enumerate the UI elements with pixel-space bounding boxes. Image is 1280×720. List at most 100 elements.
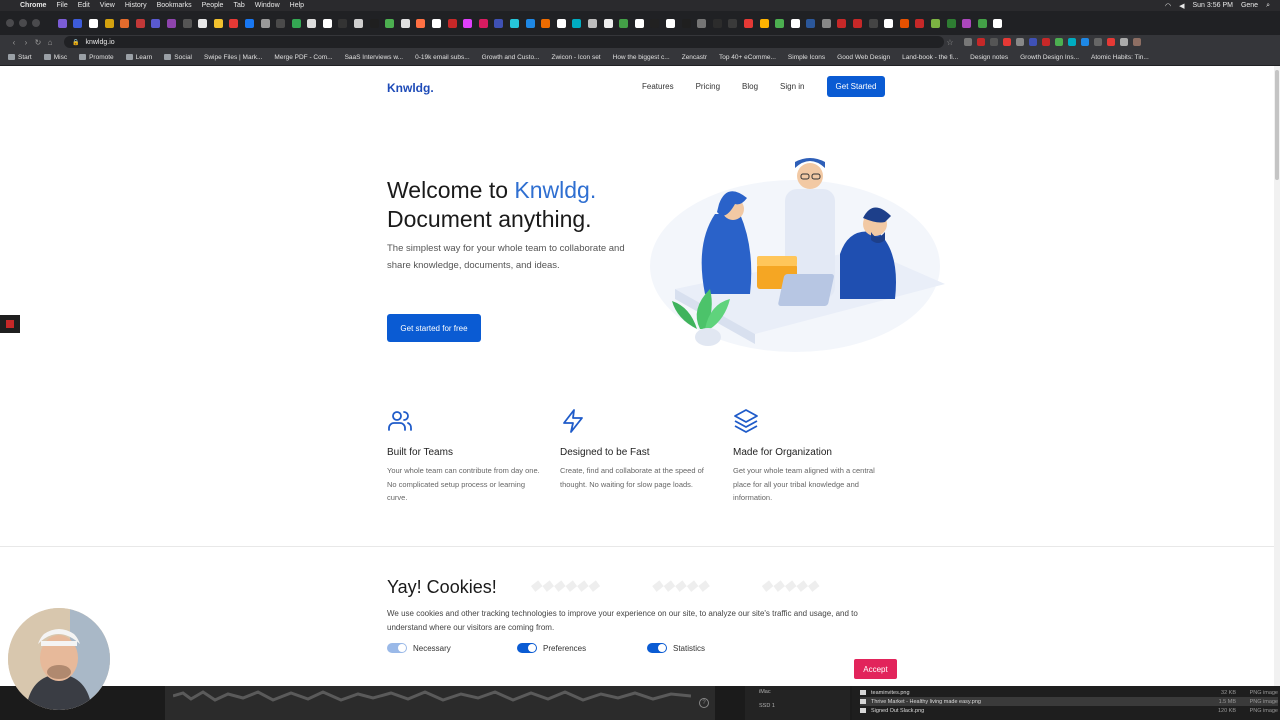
clock[interactable]: Sun 3:56 PM: [1192, 2, 1232, 10]
file-row[interactable]: Thrive Market - Healthy living made easy…: [860, 697, 1278, 706]
bookmark-item[interactable]: SaaS Interviews w...: [345, 54, 404, 61]
back-icon[interactable]: ‹: [8, 38, 20, 47]
tab-favicon[interactable]: [759, 18, 769, 28]
menu-app-name[interactable]: Chrome: [20, 2, 46, 9]
tab-favicon[interactable]: [260, 18, 270, 28]
bookmark-folder[interactable]: Learn: [125, 54, 152, 61]
menu-tab[interactable]: Tab: [233, 2, 244, 9]
finder-item-ssd[interactable]: SSD 1: [759, 703, 775, 709]
tab-favicon[interactable]: [697, 18, 707, 28]
nav-blog-link[interactable]: Blog: [742, 82, 758, 91]
bookmark-folder[interactable]: Start: [8, 54, 32, 61]
tab-favicon[interactable]: [619, 18, 629, 28]
bookmark-star-icon[interactable]: ☆: [944, 38, 956, 47]
url-field[interactable]: 🔒 knwldg.io: [64, 36, 944, 48]
tab-favicon[interactable]: [104, 18, 114, 28]
site-logo[interactable]: Knwldg.: [387, 81, 434, 95]
nav-features-link[interactable]: Features: [642, 82, 674, 91]
bookmark-item[interactable]: Simple Icons: [788, 54, 825, 61]
tab-favicon[interactable]: [603, 18, 613, 28]
tab-favicon[interactable]: [541, 18, 551, 28]
tab-favicon[interactable]: [650, 18, 660, 28]
bookmark-folder[interactable]: Misc: [43, 54, 67, 61]
tab-favicon[interactable]: [868, 18, 878, 28]
bookmark-item[interactable]: Land-book - the fi...: [902, 54, 958, 61]
tab-favicon[interactable]: [681, 18, 691, 28]
bookmark-item[interactable]: Merge PDF - Com...: [274, 54, 332, 61]
tab-favicon[interactable]: [510, 18, 520, 28]
bookmark-item[interactable]: How the biggest c...: [613, 54, 670, 61]
tab-favicon[interactable]: [322, 18, 332, 28]
minimize-window-icon[interactable]: [19, 19, 27, 27]
tab-favicon[interactable]: [369, 18, 379, 28]
extension-icon[interactable]: [1029, 38, 1037, 46]
bookmark-item[interactable]: Growth Design Ins...: [1020, 54, 1079, 61]
bookmark-item[interactable]: Top 40+ eComme...: [719, 54, 776, 61]
tab-favicon[interactable]: [806, 18, 816, 28]
file-row[interactable]: Signed Out Slack.png 120 KB PNG image: [860, 706, 1278, 715]
tab-favicon[interactable]: [276, 18, 286, 28]
finder-item-imac[interactable]: iMac: [759, 689, 771, 695]
extension-icon[interactable]: [1042, 38, 1050, 46]
tab-favicon[interactable]: [166, 18, 176, 28]
volume-icon[interactable]: ◀: [1179, 2, 1184, 10]
forward-icon[interactable]: ›: [20, 38, 32, 47]
bookmark-folder[interactable]: Promote: [79, 54, 114, 61]
tab-favicon[interactable]: [213, 18, 223, 28]
tab-favicon[interactable]: [447, 18, 457, 28]
recording-indicator[interactable]: [0, 315, 20, 333]
tab-favicon[interactable]: [432, 18, 442, 28]
tab-favicon[interactable]: [135, 18, 145, 28]
statistics-switch[interactable]: [647, 643, 667, 653]
tab-favicon[interactable]: [494, 18, 504, 28]
tab-favicon[interactable]: [665, 18, 675, 28]
menu-bookmarks[interactable]: Bookmarks: [157, 2, 192, 9]
tab-favicon[interactable]: [977, 18, 987, 28]
extension-icon[interactable]: [1016, 38, 1024, 46]
tab-favicon[interactable]: [728, 18, 738, 28]
tab-favicon[interactable]: [400, 18, 410, 28]
tab-favicon[interactable]: [587, 18, 597, 28]
tab-favicon[interactable]: [775, 18, 785, 28]
reload-icon[interactable]: ↻: [32, 38, 44, 47]
tab-favicon[interactable]: [853, 18, 863, 28]
user-name[interactable]: Gene: [1241, 2, 1258, 10]
extension-icon[interactable]: [1081, 38, 1089, 46]
bookmark-item[interactable]: Growth and Custo...: [482, 54, 540, 61]
bookmark-item[interactable]: Swipe Files | Mark...: [204, 54, 262, 61]
nav-pricing-link[interactable]: Pricing: [696, 82, 720, 91]
tab-favicon[interactable]: [931, 18, 941, 28]
tab-favicon[interactable]: [463, 18, 473, 28]
extension-icon[interactable]: [1003, 38, 1011, 46]
menu-history[interactable]: History: [125, 2, 147, 9]
tab-favicon[interactable]: [884, 18, 894, 28]
tab-favicon[interactable]: [837, 18, 847, 28]
bookmark-item[interactable]: Good Web Design: [837, 54, 890, 61]
tab-favicon[interactable]: [743, 18, 753, 28]
tab-favicon[interactable]: [120, 18, 130, 28]
wifi-icon[interactable]: ◠: [1165, 2, 1171, 10]
menu-people[interactable]: People: [202, 2, 224, 9]
extension-icon[interactable]: [1068, 38, 1076, 46]
tab-favicon[interactable]: [712, 18, 722, 28]
bookmark-item[interactable]: Atomic Habits: Tin...: [1091, 54, 1149, 61]
tab-favicon[interactable]: [354, 18, 364, 28]
extension-icon[interactable]: [1120, 38, 1128, 46]
tab-favicon[interactable]: [416, 18, 426, 28]
menu-help[interactable]: Help: [290, 2, 304, 9]
zoom-window-icon[interactable]: [32, 19, 40, 27]
tab-favicon[interactable]: [821, 18, 831, 28]
nav-signin-link[interactable]: Sign in: [780, 82, 804, 91]
extension-icon[interactable]: [1107, 38, 1115, 46]
extension-icon[interactable]: [1094, 38, 1102, 46]
tab-favicon[interactable]: [572, 18, 582, 28]
tab-favicon[interactable]: [915, 18, 925, 28]
get-started-free-button[interactable]: Get started for free: [387, 314, 481, 342]
bookmark-item[interactable]: Zencastr: [682, 54, 707, 61]
tab-favicon[interactable]: [291, 18, 301, 28]
bookmark-item[interactable]: 0-19k email subs...: [415, 54, 470, 61]
tab-favicon[interactable]: [244, 18, 254, 28]
tab-favicon[interactable]: [57, 18, 67, 28]
tab-favicon[interactable]: [899, 18, 909, 28]
get-started-button[interactable]: Get Started: [826, 76, 886, 97]
